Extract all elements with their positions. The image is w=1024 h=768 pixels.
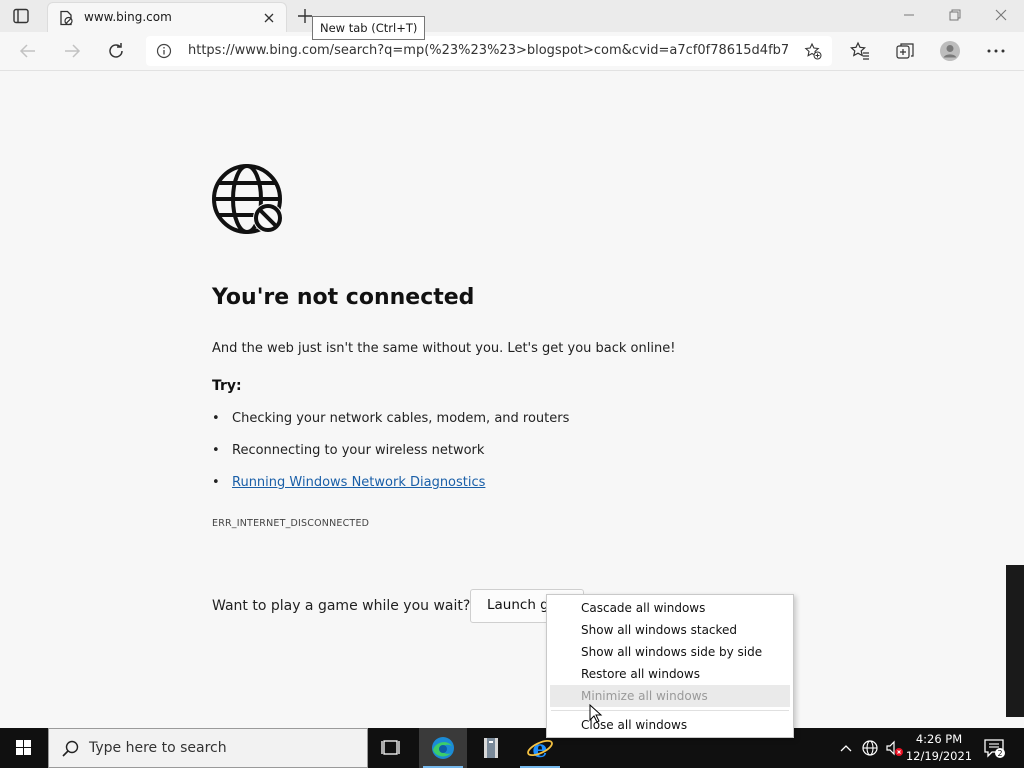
- minimize-windows-item: Minimize all windows: [550, 685, 790, 707]
- cascade-windows-item[interactable]: Cascade all windows: [547, 597, 793, 619]
- more-icon[interactable]: [984, 40, 1008, 62]
- taskbar: Type here to search e 4:26 PM 12/19/2021…: [0, 728, 1024, 768]
- mouse-cursor-icon: [589, 703, 603, 724]
- network-diagnostics-link[interactable]: Running Windows Network Diagnostics: [232, 475, 485, 490]
- stack-windows-item[interactable]: Show all windows stacked: [547, 619, 793, 641]
- side-panel-edge: [1006, 565, 1024, 717]
- tab-close-icon[interactable]: [262, 10, 276, 24]
- clock-time: 4:26 PM: [915, 732, 963, 746]
- error-code: ERR_INTERNET_DISCONNECTED: [212, 518, 370, 529]
- tab-title: www.bing.com: [84, 10, 172, 24]
- browser-tab[interactable]: www.bing.com: [47, 2, 287, 32]
- browser-titlebar: www.bing.com New tab (Ctrl+T): [0, 0, 1024, 40]
- taskbar-context-menu: Cascade all windows Show all windows sta…: [546, 594, 794, 738]
- edge-taskbar-icon[interactable]: [419, 728, 467, 768]
- back-icon[interactable]: [16, 40, 40, 62]
- search-placeholder: Type here to search: [89, 740, 227, 756]
- taskbar-search-box[interactable]: Type here to search: [48, 728, 368, 768]
- svg-text:e: e: [532, 734, 547, 763]
- refresh-icon[interactable]: [104, 40, 128, 62]
- collections-icon[interactable]: [893, 40, 917, 62]
- forward-icon[interactable]: [60, 40, 84, 62]
- suggestion-list: Checking your network cables, modem, and…: [212, 411, 569, 507]
- minimize-icon[interactable]: [898, 5, 920, 25]
- search-icon: [61, 739, 81, 759]
- chevron-up-icon[interactable]: [836, 738, 856, 758]
- menu-separator: [551, 710, 789, 711]
- info-icon[interactable]: [156, 43, 172, 59]
- windows-start-icon[interactable]: [0, 728, 48, 768]
- side-by-side-item[interactable]: Show all windows side by side: [547, 641, 793, 663]
- restore-icon[interactable]: [944, 5, 966, 25]
- svg-text:2: 2: [997, 749, 1002, 758]
- volume-muted-icon[interactable]: [884, 738, 904, 758]
- suggestion-item: Reconnecting to your wireless network: [212, 443, 569, 475]
- tab-actions-icon[interactable]: [12, 7, 30, 25]
- error-title: You're not connected: [212, 285, 475, 310]
- try-label: Try:: [212, 378, 242, 394]
- favorites-icon[interactable]: [848, 40, 872, 62]
- clock-date: 12/19/2021: [905, 749, 973, 763]
- url-text[interactable]: https://www.bing.com/search?q=mp(%23%23%…: [188, 43, 788, 58]
- close-icon[interactable]: [990, 5, 1012, 25]
- profile-icon[interactable]: [938, 40, 962, 62]
- new-tab-tooltip: New tab (Ctrl+T): [312, 16, 426, 40]
- close-windows-item[interactable]: Close all windows: [547, 714, 793, 736]
- notification-icon[interactable]: 2: [982, 736, 1006, 760]
- task-view-icon[interactable]: [368, 728, 416, 768]
- page-content: You're not connected And the web just is…: [0, 71, 1024, 728]
- system-clock[interactable]: 4:26 PM 12/19/2021: [905, 731, 973, 765]
- suggestion-item: Checking your network cables, modem, and…: [212, 411, 569, 443]
- browser-toolbar: https://www.bing.com/search?q=mp(%23%23%…: [0, 32, 1024, 71]
- address-bar[interactable]: https://www.bing.com/search?q=mp(%23%23%…: [146, 36, 832, 66]
- add-favorite-icon[interactable]: [804, 42, 822, 60]
- page-error-icon: [58, 10, 74, 26]
- globe-blocked-icon: [211, 163, 285, 237]
- restore-windows-item[interactable]: Restore all windows: [547, 663, 793, 685]
- file-explorer-icon[interactable]: [467, 728, 515, 768]
- error-description: And the web just isn't the same without …: [212, 341, 676, 356]
- suggestion-item: Running Windows Network Diagnostics: [212, 475, 569, 507]
- game-prompt: Want to play a game while you wait?: [212, 598, 471, 614]
- network-globe-icon[interactable]: [860, 738, 880, 758]
